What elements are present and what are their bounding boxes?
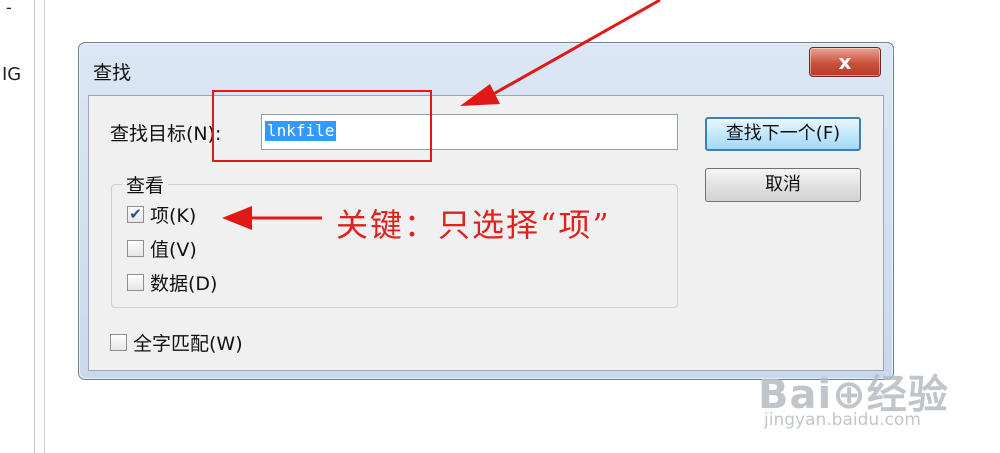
- keys-label: 项(K): [150, 205, 197, 227]
- background-divider: [44, 0, 45, 453]
- look-at-legend: 查看: [122, 171, 169, 198]
- annotation-text: 关键：只选择“项”: [336, 206, 611, 244]
- find-what-label: 查找目标(N):: [110, 123, 222, 145]
- cancel-button[interactable]: 取消: [705, 168, 861, 202]
- keys-option[interactable]: ✔ 项(K): [127, 201, 196, 228]
- values-label: 值(V): [150, 239, 197, 261]
- close-button[interactable]: x: [809, 47, 881, 77]
- dialog-title: 查找: [93, 62, 132, 84]
- values-option[interactable]: 值(V): [127, 235, 197, 262]
- background-left-panel: - IG: [0, 0, 35, 453]
- values-checkbox[interactable]: [127, 240, 144, 257]
- background-text-fragment: IG: [2, 64, 22, 85]
- dialog-titlebar[interactable]: 查找 x: [79, 43, 893, 89]
- baidu-watermark: Bai⊕经验 jingyan.baidu.com: [758, 352, 994, 448]
- data-label: 数据(D): [150, 273, 218, 295]
- data-option[interactable]: 数据(D): [127, 269, 217, 296]
- close-icon: x: [838, 50, 852, 74]
- match-whole-string-checkbox[interactable]: [110, 334, 127, 351]
- keys-checkbox[interactable]: ✔: [127, 206, 144, 223]
- match-whole-string-label: 全字匹配(W): [133, 333, 243, 355]
- match-whole-string-option[interactable]: 全字匹配(W): [110, 329, 243, 356]
- highlight-box: [212, 90, 432, 162]
- background-dash: -: [6, 0, 12, 17]
- watermark-site: jingyan.baidu.com: [764, 410, 921, 430]
- data-checkbox[interactable]: [127, 274, 144, 291]
- find-next-button[interactable]: 查找下一个(F): [705, 117, 861, 151]
